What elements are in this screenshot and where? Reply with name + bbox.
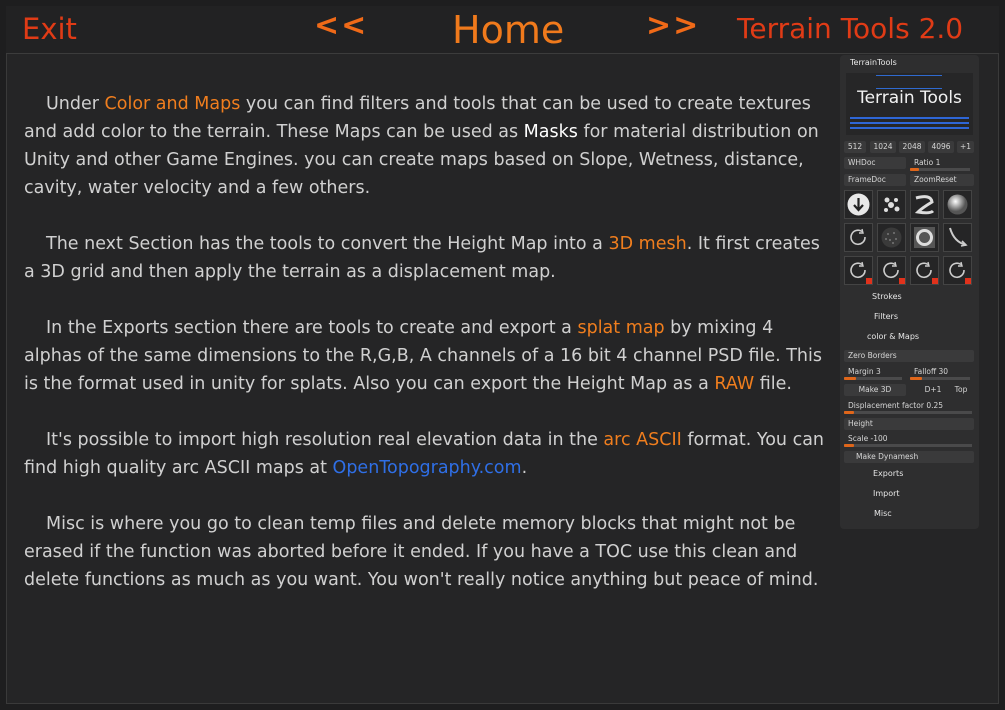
height-button[interactable]: Height: [844, 418, 974, 430]
stroke-brush-icon[interactable]: [910, 190, 939, 219]
previous-page-button[interactable]: <<: [314, 8, 368, 43]
panel-title: TerrainTools: [850, 58, 897, 67]
logo-line: [850, 117, 969, 119]
d-plus-1-button[interactable]: D+1: [922, 384, 944, 396]
curve-icon: [914, 195, 935, 215]
displacement-fill: [844, 411, 855, 414]
size-2048-button[interactable]: 2048: [899, 141, 925, 153]
highlight-splat-map: splat map: [577, 318, 665, 338]
logo-lines: [876, 75, 942, 89]
rotate-red-1-icon[interactable]: [844, 256, 873, 285]
exit-button[interactable]: Exit: [22, 12, 77, 46]
margin-label: Margin 3: [848, 367, 881, 376]
sphere-icon: [947, 194, 968, 215]
scale-track: [844, 444, 972, 447]
ring-icon: [914, 227, 935, 248]
highlight-raw: RAW: [714, 374, 755, 394]
highlight-color-and-maps: Color and Maps: [104, 94, 241, 114]
whdoc-button[interactable]: WHDoc: [844, 157, 906, 169]
logo-line: [850, 122, 969, 124]
paragraph-misc: Misc is where you go to clean temp files…: [24, 510, 836, 594]
red-channel-marker: [932, 278, 938, 284]
dots-icon: [884, 197, 900, 212]
text: The next Section has the tools to conver…: [46, 234, 609, 254]
ratio-fill: [910, 168, 919, 171]
smudge-icon: [949, 227, 968, 247]
paragraph-exports: In the Exports section there are tools t…: [24, 314, 836, 398]
text: .: [521, 458, 528, 478]
margin-track: [844, 377, 902, 380]
text: Misc is where you go to clean temp files…: [24, 514, 819, 590]
margin-fill: [844, 377, 856, 380]
arrow-brush-icon[interactable]: [844, 190, 873, 219]
make-dynamesh-button[interactable]: Make Dynamesh: [844, 451, 974, 463]
terrain-tools-logo: Terrain Tools: [846, 73, 973, 135]
page-title: Home: [452, 8, 565, 52]
strokes-section[interactable]: Strokes: [872, 292, 902, 301]
ratio-track: [910, 168, 970, 171]
opentopography-link[interactable]: OpenTopography.com: [333, 458, 522, 478]
brand-title: Terrain Tools 2.0: [737, 12, 964, 45]
misc-section[interactable]: Misc: [874, 509, 892, 518]
highlight-3d-mesh: 3D mesh: [608, 234, 687, 254]
scatter-brush-icon[interactable]: [877, 190, 906, 219]
displacement-label: Displacement factor: [848, 401, 924, 410]
displacement-factor-slider[interactable]: Displacement factor 0.25: [844, 400, 974, 414]
displacement-track: [844, 411, 972, 414]
paragraph-color-maps: Under Color and Maps you can find filter…: [24, 90, 836, 202]
red-channel-marker: [899, 278, 905, 284]
top-navigation-bar: Exit << Home >> Terrain Tools 2.0: [6, 6, 999, 54]
text: It's possible to import high resolution …: [46, 430, 604, 450]
falloff-label: Falloff 30: [914, 367, 949, 376]
scale-label: Scale -100: [848, 434, 888, 443]
color-maps-section[interactable]: color & Maps: [867, 332, 919, 341]
exports-section[interactable]: Exports: [873, 469, 903, 478]
falloff-track: [910, 377, 970, 380]
scale-fill: [844, 444, 855, 447]
ratio-label: Ratio 1: [914, 158, 941, 167]
logo-line: [850, 127, 969, 129]
highlight-masks: Masks: [523, 122, 578, 142]
scale-slider[interactable]: Scale -100: [844, 433, 974, 447]
rotate-red-3-icon[interactable]: [910, 256, 939, 285]
zoomreset-button[interactable]: ZoomReset: [910, 174, 974, 186]
red-channel-marker: [965, 278, 971, 284]
smudge-brush-icon[interactable]: [943, 223, 972, 252]
next-page-button[interactable]: >>: [646, 8, 700, 43]
rotate-tool-icon[interactable]: [844, 223, 873, 252]
rotate-red-2-icon[interactable]: [877, 256, 906, 285]
text: file.: [754, 374, 792, 394]
text: Under: [46, 94, 105, 114]
framedoc-button[interactable]: FrameDoc: [844, 174, 906, 186]
help-text: Under Color and Maps you can find filter…: [24, 90, 836, 622]
filters-section[interactable]: Filters: [874, 312, 898, 321]
red-channel-marker: [866, 278, 872, 284]
ring-brush-icon[interactable]: [910, 223, 939, 252]
size-plus1-button[interactable]: +1: [957, 141, 974, 153]
import-section[interactable]: Import: [873, 489, 900, 498]
top-button[interactable]: Top: [948, 384, 974, 396]
paragraph-import: It's possible to import high resolution …: [24, 426, 836, 482]
falloff-slider[interactable]: Falloff 30: [910, 366, 974, 380]
displacement-value: 0.25: [926, 401, 944, 410]
zero-borders-button[interactable]: Zero Borders: [844, 350, 974, 362]
noise-brush-icon[interactable]: [877, 223, 906, 252]
size-4096-button[interactable]: 4096: [928, 141, 954, 153]
make-3d-button[interactable]: Make 3D: [844, 384, 906, 396]
highlight-arc-ascii: arc ASCII: [603, 430, 682, 450]
margin-slider[interactable]: Margin 3: [844, 366, 906, 380]
paragraph-3d-mesh: The next Section has the tools to conver…: [24, 230, 836, 286]
noise-icon: [881, 227, 902, 248]
size-1024-button[interactable]: 1024: [870, 141, 896, 153]
rotate-red-4-icon[interactable]: [943, 256, 972, 285]
falloff-fill: [910, 377, 922, 380]
arrow-down-icon: [847, 193, 870, 216]
ratio-slider[interactable]: Ratio 1: [910, 157, 974, 171]
text: In the Exports section there are tools t…: [46, 318, 578, 338]
rotate-icon: [850, 228, 866, 245]
terrain-tools-panel: TerrainTools Terrain Tools 512 1024 2048…: [840, 55, 979, 529]
sphere-brush-icon[interactable]: [943, 190, 972, 219]
logo-text: Terrain Tools: [857, 88, 962, 108]
size-512-button[interactable]: 512: [844, 141, 866, 153]
